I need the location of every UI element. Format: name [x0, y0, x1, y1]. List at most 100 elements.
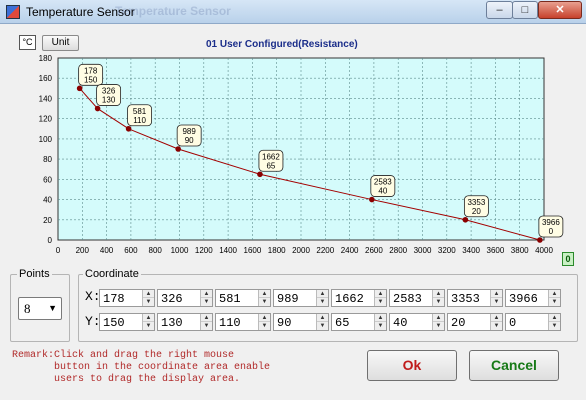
data-label-y: 0	[549, 227, 554, 236]
data-label-x: 3353	[467, 198, 485, 207]
spin-up-icon[interactable]: ▲	[549, 290, 560, 298]
y-coord-spinner[interactable]: 130 ▲ ▼	[157, 313, 213, 331]
y-coord-spinner[interactable]: 40 ▲ ▼	[389, 313, 445, 331]
spin-up-icon[interactable]: ▲	[375, 314, 386, 322]
x-tick-label: 1400	[219, 246, 237, 255]
x-coord-value: 989	[277, 292, 299, 306]
x-tick-label: 2200	[316, 246, 334, 255]
x-tick-label: 2000	[292, 246, 310, 255]
y-coord-spinner[interactable]: 90 ▲ ▼	[273, 313, 329, 331]
spin-up-icon[interactable]: ▲	[317, 314, 328, 322]
spin-down-icon[interactable]: ▼	[375, 298, 386, 306]
points-label: Points	[17, 268, 52, 280]
spin-up-icon[interactable]: ▲	[143, 290, 154, 298]
spin-up-icon[interactable]: ▲	[375, 290, 386, 298]
y-coord-value: 65	[335, 316, 350, 330]
y-tick-label: 20	[43, 216, 52, 225]
spin-down-icon[interactable]: ▼	[549, 298, 560, 306]
data-label-y: 40	[378, 187, 387, 196]
resistance-chart[interactable]: 0 200 400 600 800 1000 1200 1400 1600 1800 2000 220…	[6, 30, 578, 268]
spin-up-icon[interactable]: ▲	[491, 314, 502, 322]
x-coord-spinner[interactable]: 3966 ▲ ▼	[505, 289, 561, 307]
spin-buttons: ▲ ▼	[200, 290, 212, 306]
spin-up-icon[interactable]: ▲	[433, 314, 444, 322]
x-tick-label: 0	[56, 246, 61, 255]
spin-down-icon[interactable]: ▼	[143, 298, 154, 306]
x-coord-value: 2583	[393, 292, 422, 306]
spin-up-icon[interactable]: ▲	[201, 314, 212, 322]
chart-panel[interactable]: °C Unit 01 User Configured(Resistance) 0…	[6, 30, 578, 268]
spin-down-icon[interactable]: ▼	[259, 322, 270, 330]
x-coord-value: 581	[219, 292, 241, 306]
y-tick-label: 180	[39, 54, 53, 63]
x-tick-label: 3600	[487, 246, 505, 255]
x-coord-spinner[interactable]: 989 ▲ ▼	[273, 289, 329, 307]
y-coord-spinner[interactable]: 110 ▲ ▼	[215, 313, 271, 331]
y-coord-value: 40	[393, 316, 408, 330]
y-coord-spinner[interactable]: 65 ▲ ▼	[331, 313, 387, 331]
x-coord-spinner[interactable]: 581 ▲ ▼	[215, 289, 271, 307]
x-coord-value: 178	[103, 292, 125, 306]
data-label-x: 989	[182, 127, 196, 136]
spin-up-icon[interactable]: ▲	[259, 314, 270, 322]
x-tick-label: 1000	[171, 246, 189, 255]
y-coord-spinner[interactable]: 20 ▲ ▼	[447, 313, 503, 331]
spin-down-icon[interactable]: ▼	[317, 322, 328, 330]
spin-buttons: ▲ ▼	[432, 290, 444, 306]
y-tick-label: 120	[39, 115, 53, 124]
spin-down-icon[interactable]: ▼	[143, 322, 154, 330]
x-tick-label: 2800	[389, 246, 407, 255]
spin-down-icon[interactable]: ▼	[433, 322, 444, 330]
spin-up-icon[interactable]: ▲	[491, 290, 502, 298]
data-label-y: 110	[133, 116, 146, 125]
x-coord-spinner[interactable]: 1662 ▲ ▼	[331, 289, 387, 307]
remark-text: Remark:Click and drag the right mouse bu…	[12, 350, 271, 385]
spin-up-icon[interactable]: ▲	[259, 290, 270, 298]
x-coord-spinner[interactable]: 3353 ▲ ▼	[447, 289, 503, 307]
x-coord-spinner[interactable]: 2583 ▲ ▼	[389, 289, 445, 307]
x-coord-spinner[interactable]: 178 ▲ ▼	[99, 289, 155, 307]
x-coord-value: 3353	[451, 292, 480, 306]
app-icon	[6, 5, 20, 19]
data-point	[257, 171, 263, 178]
y-tick-label: 0	[48, 236, 53, 245]
spin-down-icon[interactable]: ▼	[433, 298, 444, 306]
spin-up-icon[interactable]: ▲	[433, 290, 444, 298]
spin-down-icon[interactable]: ▼	[201, 322, 212, 330]
data-point	[537, 237, 543, 243]
x-tick-label: 600	[124, 246, 138, 255]
x-coord-spinner[interactable]: 326 ▲ ▼	[157, 289, 213, 307]
y-tick-label: 60	[43, 175, 52, 184]
data-label-x: 178	[84, 66, 98, 75]
maximize-button[interactable]: □	[512, 1, 538, 19]
y-coord-spinner[interactable]: 150 ▲ ▼	[99, 313, 155, 331]
spin-up-icon[interactable]: ▲	[317, 290, 328, 298]
y-tick-label: 80	[43, 155, 52, 164]
x-tick-label: 1800	[268, 246, 286, 255]
y-coord-spinner[interactable]: 0 ▲ ▼	[505, 313, 561, 331]
spin-down-icon[interactable]: ▼	[491, 322, 502, 330]
spin-up-icon[interactable]: ▲	[143, 314, 154, 322]
close-button[interactable]: ✕	[538, 1, 582, 19]
spin-buttons: ▲ ▼	[258, 290, 270, 306]
spin-down-icon[interactable]: ▼	[317, 298, 328, 306]
spin-up-icon[interactable]: ▲	[201, 290, 212, 298]
spin-down-icon[interactable]: ▼	[201, 298, 212, 306]
points-select[interactable]: 8 ▼	[18, 297, 62, 320]
data-label-x: 3966	[542, 218, 560, 227]
spin-down-icon[interactable]: ▼	[375, 322, 386, 330]
x-tick-label: 3800	[511, 246, 529, 255]
cancel-button[interactable]: Cancel	[469, 350, 559, 381]
spin-buttons: ▲ ▼	[490, 314, 502, 330]
spin-buttons: ▲ ▼	[316, 290, 328, 306]
ok-button[interactable]: Ok	[367, 350, 457, 381]
spin-buttons: ▲ ▼	[548, 290, 560, 306]
x-tick-label: 800	[149, 246, 163, 255]
spin-down-icon[interactable]: ▼	[549, 322, 560, 330]
spin-down-icon[interactable]: ▼	[259, 298, 270, 306]
spin-down-icon[interactable]: ▼	[491, 298, 502, 306]
spin-up-icon[interactable]: ▲	[549, 314, 560, 322]
data-label-x: 581	[133, 107, 147, 116]
minimize-button[interactable]: –	[486, 1, 513, 19]
data-point	[76, 85, 83, 92]
